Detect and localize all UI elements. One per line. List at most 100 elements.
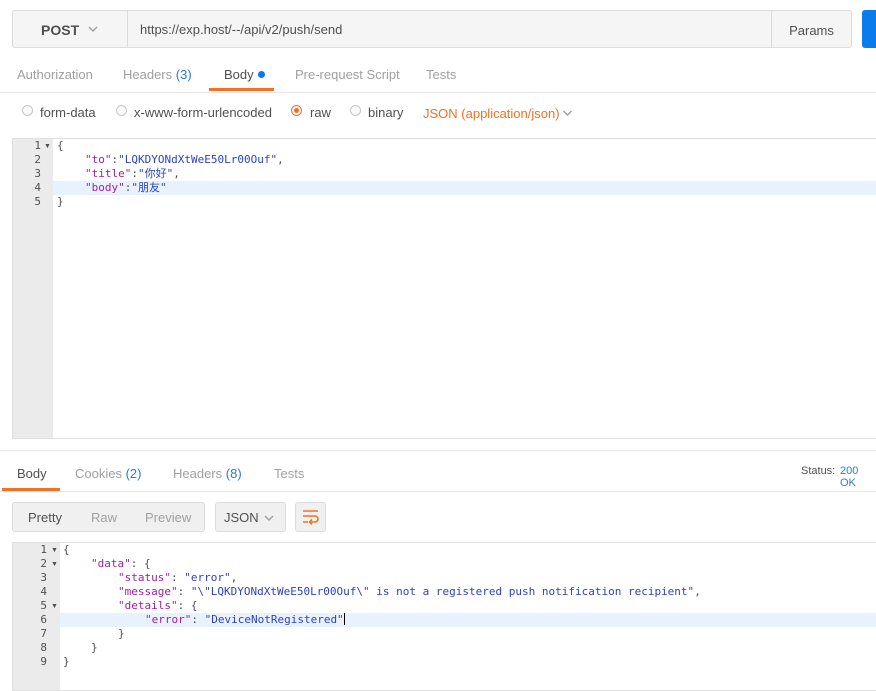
- json-punct: : {: [130, 557, 151, 570]
- radio-label-binary: binary: [368, 105, 404, 120]
- tab-pre-request-script[interactable]: Pre-request Script: [295, 67, 400, 82]
- json-key: "error": [145, 613, 192, 626]
- code-line: }: [57, 195, 64, 208]
- radio-label-form-data: form-data: [40, 105, 96, 120]
- line-number: 2: [40, 557, 47, 570]
- json-comma: ,: [277, 153, 284, 166]
- params-button[interactable]: Params: [771, 10, 852, 48]
- modified-dot-icon: [257, 71, 265, 78]
- method-select[interactable]: POST: [12, 10, 128, 48]
- json-string: "\"LQKDYONdXtWeE50Lr00Ouf\" is not a reg…: [190, 585, 695, 598]
- active-tab-indicator: [209, 88, 274, 91]
- line-number: 5: [34, 195, 41, 208]
- line-number: 7: [40, 627, 47, 640]
- code-line: "body":"朋友": [85, 181, 167, 195]
- radio-label-raw: raw: [310, 105, 331, 120]
- fold-arrow-icon[interactable]: ▼: [51, 547, 58, 554]
- json-string: "朋友": [131, 181, 167, 194]
- json-key: "status": [118, 571, 171, 584]
- code-line: }: [63, 655, 70, 668]
- divider: [0, 491, 876, 492]
- status-label: Status:: [801, 465, 836, 477]
- radio-urlencoded[interactable]: [116, 105, 127, 116]
- json-key: "data": [91, 557, 131, 570]
- line-number: 3: [34, 167, 41, 180]
- content-type-select[interactable]: JSON (application/json): [423, 106, 560, 121]
- tab-headers[interactable]: Headers (3): [123, 67, 192, 82]
- radio-raw[interactable]: [291, 105, 302, 116]
- line-number: 8: [40, 641, 47, 654]
- line-number: 3: [40, 571, 47, 584]
- code-line: }: [118, 627, 125, 640]
- line-number: 5: [40, 599, 47, 612]
- radio-binary[interactable]: [350, 105, 361, 116]
- tab-headers-label: Headers: [123, 67, 173, 82]
- request-body-editor[interactable]: 1 2 3 4 5 ▼ { "to":"LQKDYONdXtWeE50Lr00O…: [12, 138, 876, 439]
- response-tab-cookies[interactable]: Cookies (2): [75, 466, 141, 481]
- json-string: "DeviceNotRegistered": [204, 613, 344, 626]
- json-key: "body": [85, 181, 125, 194]
- code-line: "title":"你好",: [85, 167, 180, 181]
- code-line: "data": {: [91, 557, 151, 571]
- wrap-icon: [303, 510, 319, 525]
- code-line: "to":"LQKDYONdXtWeE50Lr00Ouf",: [85, 153, 284, 167]
- url-text: https://exp.host/--/api/v2/push/send: [140, 22, 343, 37]
- method-label: POST: [41, 22, 80, 38]
- fold-arrow-icon[interactable]: ▼: [51, 561, 58, 568]
- line-number: 2: [34, 153, 41, 166]
- json-string: "你好": [137, 167, 174, 180]
- url-input[interactable]: https://exp.host/--/api/v2/push/send: [128, 10, 772, 48]
- line-number: 9: [40, 655, 47, 668]
- format-preview-button[interactable]: Preview: [145, 510, 191, 525]
- line-number: 4: [34, 181, 41, 194]
- response-tab-headers-count: (8): [225, 466, 242, 481]
- format-pretty-button[interactable]: Pretty: [28, 510, 62, 525]
- response-tab-tests[interactable]: Tests: [274, 466, 304, 481]
- divider: [0, 450, 876, 451]
- response-tab-headers[interactable]: Headers (8): [173, 466, 242, 481]
- chevron-down-icon: [562, 110, 573, 117]
- chevron-down-icon: [88, 26, 98, 33]
- code-line: }: [91, 641, 98, 654]
- response-tab-body[interactable]: Body: [17, 466, 47, 481]
- tab-headers-count: (3): [175, 67, 192, 82]
- radio-form-data[interactable]: [22, 105, 33, 116]
- code-line: "message": "\"LQKDYONdXtWeE50Lr00Ouf\" i…: [118, 585, 701, 598]
- language-select[interactable]: JSON: [215, 502, 286, 532]
- json-string: "error": [184, 571, 231, 584]
- json-key: "details": [118, 599, 178, 612]
- response-tab-cookies-label: Cookies: [75, 466, 122, 481]
- line-number: 1: [34, 139, 41, 152]
- code-line: {: [57, 139, 64, 152]
- language-label: JSON: [224, 510, 259, 525]
- send-button[interactable]: [862, 10, 876, 48]
- fold-arrow-icon[interactable]: ▼: [51, 603, 58, 610]
- text-cursor: [343, 613, 345, 625]
- divider: [0, 92, 876, 93]
- format-raw-button[interactable]: Raw: [91, 510, 117, 525]
- status-value: 200 OK: [840, 465, 859, 489]
- tab-tests[interactable]: Tests: [426, 67, 456, 82]
- radio-label-urlencoded: x-www-form-urlencoded: [134, 105, 272, 120]
- chevron-down-icon: [264, 515, 274, 522]
- json-key: "title": [85, 167, 132, 180]
- tab-body[interactable]: Body: [224, 67, 265, 82]
- json-punct: : {: [177, 599, 198, 612]
- response-tab-cookies-count: (2): [125, 466, 142, 481]
- tab-body-label: Body: [224, 67, 254, 82]
- json-key: "message": [118, 585, 178, 598]
- line-number: 1: [40, 543, 47, 556]
- active-line-highlight: [53, 181, 876, 195]
- code-line: {: [63, 543, 70, 556]
- params-label: Params: [789, 23, 834, 38]
- json-key: "to": [85, 153, 112, 166]
- fold-arrow-icon[interactable]: ▼: [44, 143, 51, 150]
- response-body-viewer[interactable]: 1 2 3 4 5 6 7 8 9 ▼ ▼ ▼ { "data": { "sta…: [12, 542, 876, 691]
- wrap-lines-button[interactable]: [295, 502, 326, 532]
- tab-authorization[interactable]: Authorization: [17, 67, 93, 82]
- code-line: "details": {: [118, 599, 197, 613]
- code-line: "status": "error",: [118, 571, 238, 584]
- line-number: 4: [40, 585, 47, 598]
- response-tab-headers-label: Headers: [173, 466, 223, 481]
- line-number: 6: [40, 613, 47, 626]
